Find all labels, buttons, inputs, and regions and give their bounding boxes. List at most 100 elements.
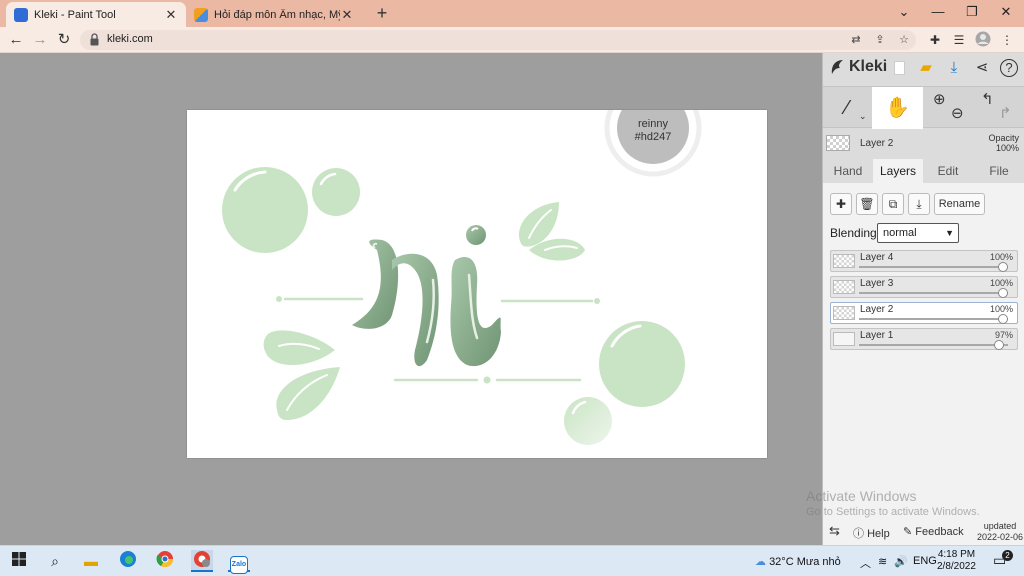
zoom-in-icon[interactable]: ⊕ <box>933 79 946 121</box>
blending-select[interactable]: normal ▼ <box>877 223 959 243</box>
layer-opacity-slider[interactable] <box>859 266 1008 268</box>
layer-item-2[interactable]: Layer 2 100% <box>830 302 1018 324</box>
leaf <box>276 367 340 420</box>
puzzle-icon[interactable]: ✚ <box>926 31 944 49</box>
new-image-icon[interactable] <box>889 58 909 78</box>
share-icon[interactable]: ⋖ <box>972 58 992 78</box>
tab-layers[interactable]: Layers <box>873 159 923 183</box>
layer-opacity-slider[interactable] <box>859 344 1008 346</box>
maximize-button[interactable]: ❐ <box>955 0 989 24</box>
delete-layer-button[interactable]: 🗑 <box>856 193 878 215</box>
reload-icon[interactable]: ↻ <box>54 30 74 50</box>
clock[interactable]: 4:18 PM 2/8/2022 <box>937 549 976 573</box>
edge-icon[interactable] <box>117 550 139 572</box>
bubble <box>312 168 360 216</box>
weather-widget[interactable]: ☁ 32°C Mưa nhỏ <box>755 555 841 568</box>
search-icon[interactable]: ⌕ <box>44 550 66 572</box>
layer-thumbnail <box>833 306 855 320</box>
start-button[interactable] <box>8 550 30 572</box>
brush-tool-button[interactable]: ⁄ ⌄ <box>823 87 871 129</box>
download-icon[interactable]: ⤓ <box>944 58 964 78</box>
slider-handle[interactable] <box>993 340 1004 350</box>
share-icon[interactable]: ⇪ <box>872 32 888 48</box>
tab-edit[interactable]: Edit <box>923 159 973 183</box>
address-bar[interactable]: kleki.com ⇄ ⇪ ☆ <box>80 30 916 50</box>
tab-hand[interactable]: Hand <box>823 159 873 183</box>
artwork <box>222 110 702 445</box>
tab-title: Hỏi đáp môn Âm nhạc, Mỹ thuật <box>214 8 340 21</box>
url-text: kleki.com <box>107 33 153 45</box>
layer-opacity: 100% <box>989 252 1013 262</box>
swap-sides-icon[interactable]: ⇆ <box>829 523 840 539</box>
tab-hoi-dap[interactable]: Hỏi đáp môn Âm nhạc, Mỹ thuật ✕ <box>186 2 362 27</box>
minimize-button[interactable]: — <box>921 0 955 24</box>
current-layer-name: Layer 2 <box>860 138 894 149</box>
arrow-right-icon[interactable]: → <box>30 30 50 50</box>
kebab-icon[interactable]: ⋮ <box>998 31 1016 49</box>
help-link[interactable]: ⓘ Help <box>853 525 890 541</box>
blending-label: Blending <box>830 226 877 240</box>
close-window-button[interactable]: ✕ <box>989 0 1023 24</box>
help-icon[interactable]: ? <box>1000 59 1018 77</box>
layer-opacity-slider[interactable] <box>859 318 1008 320</box>
redo-icon[interactable]: ↱ <box>999 93 1012 135</box>
layer-item-3[interactable]: Layer 3 100% <box>830 276 1018 298</box>
chrome-profile-icon[interactable] <box>191 550 213 572</box>
layer-item-4[interactable]: Layer 4 100% <box>830 250 1018 272</box>
notification-button[interactable]: ▭ 2 <box>993 550 1013 569</box>
layer-thumbnail <box>833 332 855 346</box>
leaf <box>263 330 335 366</box>
brand-name: Kleki <box>849 58 888 75</box>
chrome-icon[interactable] <box>154 550 176 572</box>
tab-file[interactable]: File <box>973 159 1024 183</box>
close-icon[interactable]: ✕ <box>164 7 178 23</box>
current-layer-thumbnail <box>826 135 850 151</box>
feedback-link[interactable]: ✎ Feedback <box>903 525 964 538</box>
paint-workspace[interactable]: reinny #hd247 <box>0 53 822 545</box>
undo-icon[interactable]: ↰ <box>981 79 994 121</box>
tool-row: ⁄ ⌄ ✋ ⊕ ⊖ ↰ ↱ <box>823 86 1024 129</box>
ri-lettering <box>352 225 501 367</box>
profile-avatar[interactable] <box>974 31 992 49</box>
drawing-canvas[interactable]: reinny #hd247 <box>187 110 767 458</box>
slider-handle[interactable] <box>998 314 1008 324</box>
zoom-tool-button[interactable]: ⊕ ⊖ <box>927 87 973 129</box>
translate-icon[interactable]: ⇄ <box>848 32 864 48</box>
star-icon[interactable]: ☆ <box>896 32 912 48</box>
reading-list-icon[interactable]: ☰ <box>950 31 968 49</box>
wifi-icon[interactable]: ≋ <box>878 555 887 568</box>
lock-icon[interactable] <box>90 33 99 46</box>
layer-item-1[interactable]: Layer 1 97% <box>830 328 1018 350</box>
duplicate-icon: ⧉ <box>888 197 898 211</box>
bubble <box>599 321 685 407</box>
slider-handle[interactable] <box>998 262 1008 272</box>
layer-opacity: 100% <box>989 278 1013 288</box>
merge-layer-button[interactable]: ⤓ <box>908 193 930 215</box>
slider-handle[interactable] <box>998 288 1008 298</box>
new-tab-button[interactable]: + <box>372 3 392 23</box>
zalo-icon[interactable]: Zalo <box>228 550 250 574</box>
panel-footer: ⇆ ⓘ Help ✎ Feedback updated 2022-02-06 <box>823 521 1024 545</box>
layer-thumbnail <box>833 254 855 268</box>
arrow-left-icon[interactable]: ← <box>6 30 26 50</box>
windows-logo-icon <box>12 552 26 566</box>
chevron-up-icon[interactable]: ︿ <box>860 555 871 571</box>
language-indicator[interactable]: ENG <box>913 555 937 567</box>
badge-text: reinny #hd247 <box>623 118 683 144</box>
layer-opacity-slider[interactable] <box>859 292 1008 294</box>
volume-icon[interactable]: 🔊 <box>894 555 908 568</box>
updated-info[interactable]: updated 2022-02-06 <box>977 521 1023 543</box>
badge-name: reinny <box>638 118 668 130</box>
layer-opacity: 100% <box>989 304 1013 314</box>
close-icon[interactable]: ✕ <box>340 7 354 23</box>
layer-name: Layer 2 <box>860 304 894 315</box>
hand-tool-button[interactable]: ✋ <box>872 87 923 129</box>
open-folder-icon[interactable]: ▰ <box>916 58 936 78</box>
tab-kleki[interactable]: Kleki - Paint Tool ✕ <box>6 2 186 27</box>
zoom-out-icon[interactable]: ⊖ <box>951 93 964 135</box>
tab-search-icon[interactable]: ⌄ <box>887 0 921 24</box>
file-explorer-icon[interactable]: ▬ <box>80 550 102 572</box>
rename-layer-button[interactable]: Rename <box>934 193 985 215</box>
duplicate-layer-button[interactable]: ⧉ <box>882 193 904 215</box>
add-layer-button[interactable]: ✚ <box>830 193 852 215</box>
